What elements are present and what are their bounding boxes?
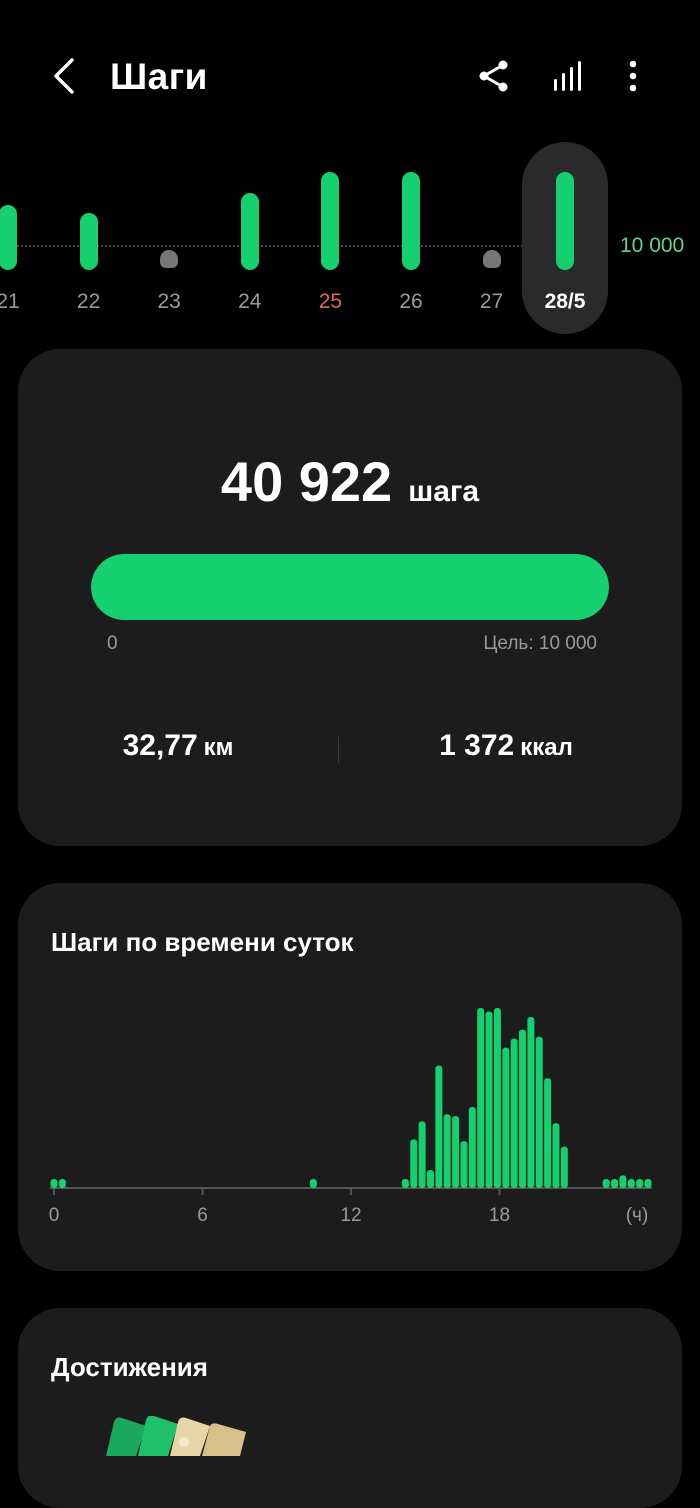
- hourly-bar: [477, 1008, 485, 1188]
- chart-title: Шаги по времени суток: [51, 927, 354, 957]
- app-header: Шаги: [0, 0, 700, 150]
- day-bar: [240, 193, 259, 270]
- share-icon: [479, 60, 508, 92]
- hourly-bar: [611, 1179, 619, 1188]
- hourly-bar: [460, 1141, 468, 1188]
- goal-progress-fill: [91, 554, 609, 620]
- steps-total: 40 922 шага: [18, 449, 682, 514]
- day-label: 22: [76, 290, 101, 313]
- hourly-bar: [544, 1078, 552, 1188]
- more-vertical-icon: [629, 60, 637, 92]
- day-26[interactable]: 26: [381, 140, 441, 340]
- day-24[interactable]: 24: [220, 140, 280, 340]
- steps-count: 40 922: [220, 450, 393, 513]
- hourly-chart: 0 6 12 18 (ч): [18, 983, 682, 1243]
- hourly-bar: [519, 1029, 527, 1188]
- day-label: 25: [318, 290, 343, 313]
- hourly-bar: [452, 1116, 460, 1188]
- day-27[interactable]: 27: [462, 140, 522, 340]
- distance-stat: 32,77 км: [18, 729, 338, 763]
- hourly-bar: [485, 1011, 493, 1188]
- hourly-bar: [502, 1047, 510, 1188]
- achievements-card[interactable]: Достижения: [18, 1308, 682, 1508]
- day-empty-dot: [160, 250, 179, 268]
- hourly-bar: [401, 1179, 409, 1188]
- calories-value: 1 372: [439, 729, 515, 762]
- day-bar: [556, 172, 574, 270]
- goal-progress-bar: [91, 554, 609, 620]
- hourly-bar: [426, 1170, 434, 1188]
- hourly-bar: [510, 1038, 518, 1188]
- progress-min-label: 0: [107, 633, 118, 654]
- day-label: 27: [479, 290, 504, 313]
- day-21[interactable]: 21: [0, 140, 38, 340]
- day-bar: [321, 172, 340, 270]
- hourly-bar: [309, 1179, 317, 1188]
- more-options-button[interactable]: [611, 54, 655, 98]
- hourly-bar: [527, 1017, 535, 1188]
- goal-label: 10 000: [620, 234, 685, 257]
- stat-divider: [338, 737, 339, 763]
- day-label: 26: [399, 290, 423, 313]
- x-tick-label: 12: [340, 1205, 361, 1226]
- day-label: 24: [238, 290, 262, 313]
- x-tick-label: 6: [197, 1205, 208, 1226]
- day-22[interactable]: 22: [59, 140, 119, 340]
- page-title: Шаги: [110, 56, 208, 97]
- calories-stat: 1 372 ккал: [346, 729, 666, 763]
- bar-chart-icon: [554, 61, 581, 91]
- hourly-bar: [435, 1065, 443, 1188]
- stats-button[interactable]: [546, 54, 590, 98]
- chevron-left-icon: [54, 58, 74, 94]
- day-label: 23: [157, 290, 181, 313]
- hourly-bar: [560, 1146, 568, 1188]
- progress-goal-label: Цель: 10 000: [483, 633, 597, 654]
- hourly-bar: [535, 1036, 543, 1188]
- share-button[interactable]: [472, 54, 516, 98]
- x-tick-label: 0: [49, 1205, 60, 1226]
- hourly-bar: [493, 1008, 501, 1188]
- steps-unit: шага: [408, 475, 480, 508]
- hourly-bar: [602, 1179, 610, 1188]
- hourly-bar: [443, 1114, 451, 1188]
- hourly-bar: [619, 1175, 627, 1188]
- achievement-badge-icon: [106, 1416, 246, 1456]
- hourly-bar: [627, 1179, 635, 1188]
- hourly-bar: [552, 1123, 560, 1188]
- hourly-bar: [410, 1139, 418, 1188]
- x-axis-unit: (ч): [626, 1205, 649, 1226]
- day-selector: 10 000 21 22 23 24 25 26 27 28/5: [0, 140, 700, 340]
- hourly-bar: [644, 1179, 652, 1188]
- day-bar: [79, 213, 98, 270]
- day-bar: [402, 172, 420, 270]
- day-label: 21: [0, 290, 20, 313]
- hourly-bar: [58, 1179, 66, 1188]
- day-28-5[interactable]: 28/5: [522, 140, 608, 340]
- day-empty-dot: [482, 250, 501, 268]
- day-bar: [0, 205, 17, 270]
- hourly-bar: [418, 1121, 426, 1188]
- hourly-bar: [50, 1179, 58, 1188]
- steps-summary-card: 40 922 шага 0 Цель: 10 000 32,77 км 1 372 к…: [18, 349, 682, 846]
- distance-unit: км: [203, 734, 234, 761]
- hourly-steps-card[interactable]: Шаги по времени суток 0 6 12 18 (ч): [18, 883, 682, 1271]
- calories-unit: ккал: [520, 734, 573, 761]
- hourly-chart-svg: 0 6 12 18 (ч): [49, 1008, 652, 1226]
- x-tick-label: 18: [489, 1205, 510, 1226]
- back-button[interactable]: [40, 52, 88, 100]
- hourly-bar: [468, 1107, 476, 1188]
- day-23[interactable]: 23: [139, 140, 199, 340]
- day-label: 28/5: [544, 290, 586, 313]
- hourly-bar: [636, 1179, 644, 1188]
- achievements-title: Достижения: [51, 1352, 208, 1382]
- distance-value: 32,77: [122, 729, 198, 762]
- day-25[interactable]: 25: [300, 140, 360, 340]
